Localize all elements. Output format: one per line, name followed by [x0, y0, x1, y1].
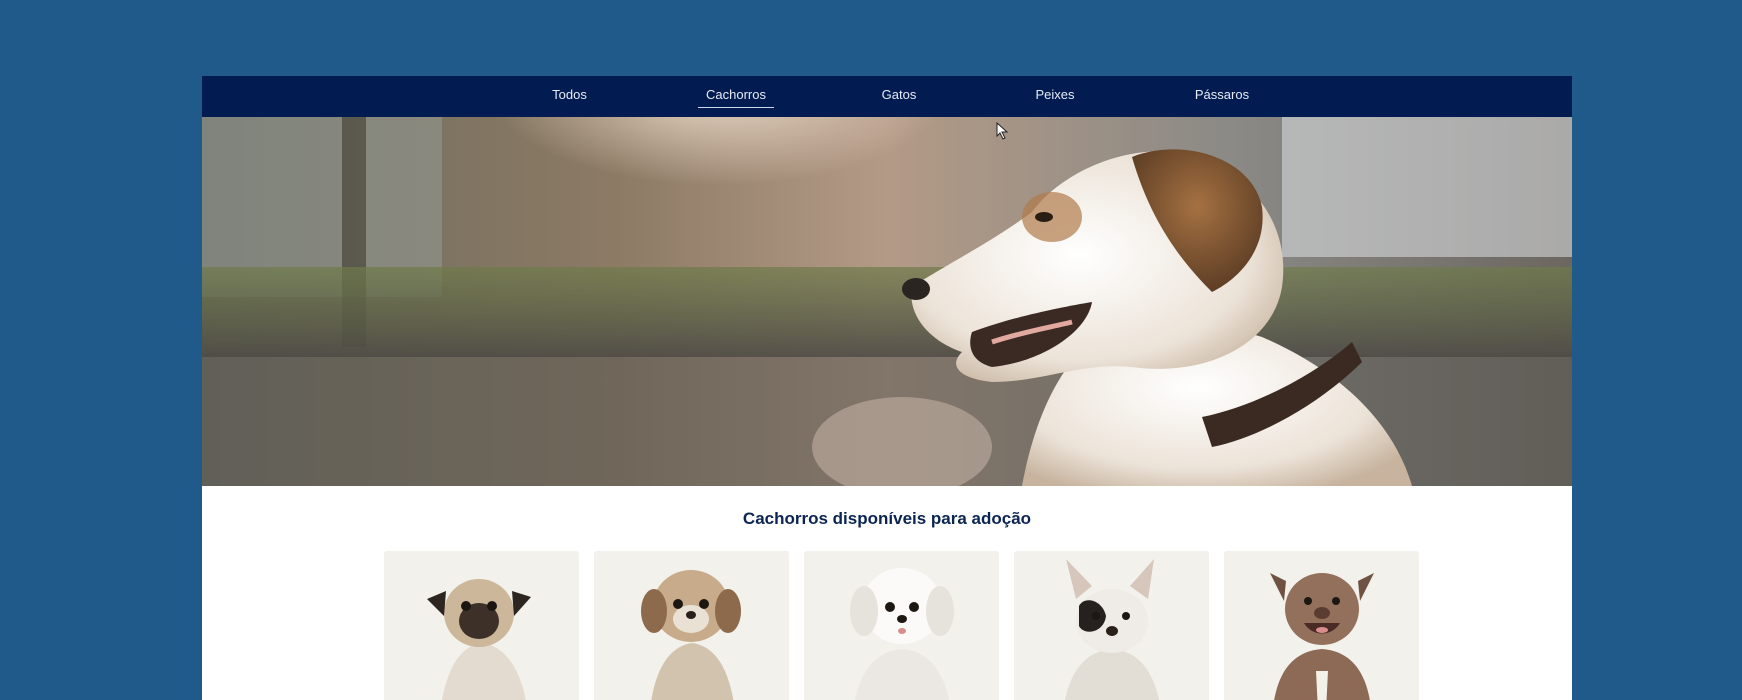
- section-title: Cachorros disponíveis para adoção: [742, 509, 1032, 528]
- pet-card-pit-bull[interactable]: [1224, 551, 1419, 700]
- pet-card-pug[interactable]: [384, 551, 579, 700]
- nav-item-gatos[interactable]: Gatos: [879, 76, 919, 117]
- page-container: Todos Cachorros Gatos Peixes Pássaros Ca…: [202, 76, 1572, 700]
- pit-bull-photo: [1224, 551, 1419, 700]
- nav-item-passaros[interactable]: Pássaros: [1192, 76, 1252, 117]
- maltese-photo: [804, 551, 999, 700]
- pet-card-maltese[interactable]: [804, 551, 999, 700]
- mouse-cursor-icon: [996, 122, 1009, 140]
- nav-item-cachorros[interactable]: Cachorros: [698, 76, 774, 117]
- french-bulldog-photo: [1014, 551, 1209, 700]
- hero-banner-dog-photo: [202, 117, 1572, 486]
- pug-photo: [384, 551, 579, 700]
- category-nav: Todos Cachorros Gatos Peixes Pássaros: [202, 76, 1572, 117]
- pet-card-french-bulldog[interactable]: [1014, 551, 1209, 700]
- pet-card-shih-tzu[interactable]: [594, 551, 789, 700]
- shih-tzu-photo: [594, 551, 789, 700]
- nav-item-todos[interactable]: Todos: [547, 76, 592, 117]
- nav-item-peixes[interactable]: Peixes: [1033, 76, 1077, 117]
